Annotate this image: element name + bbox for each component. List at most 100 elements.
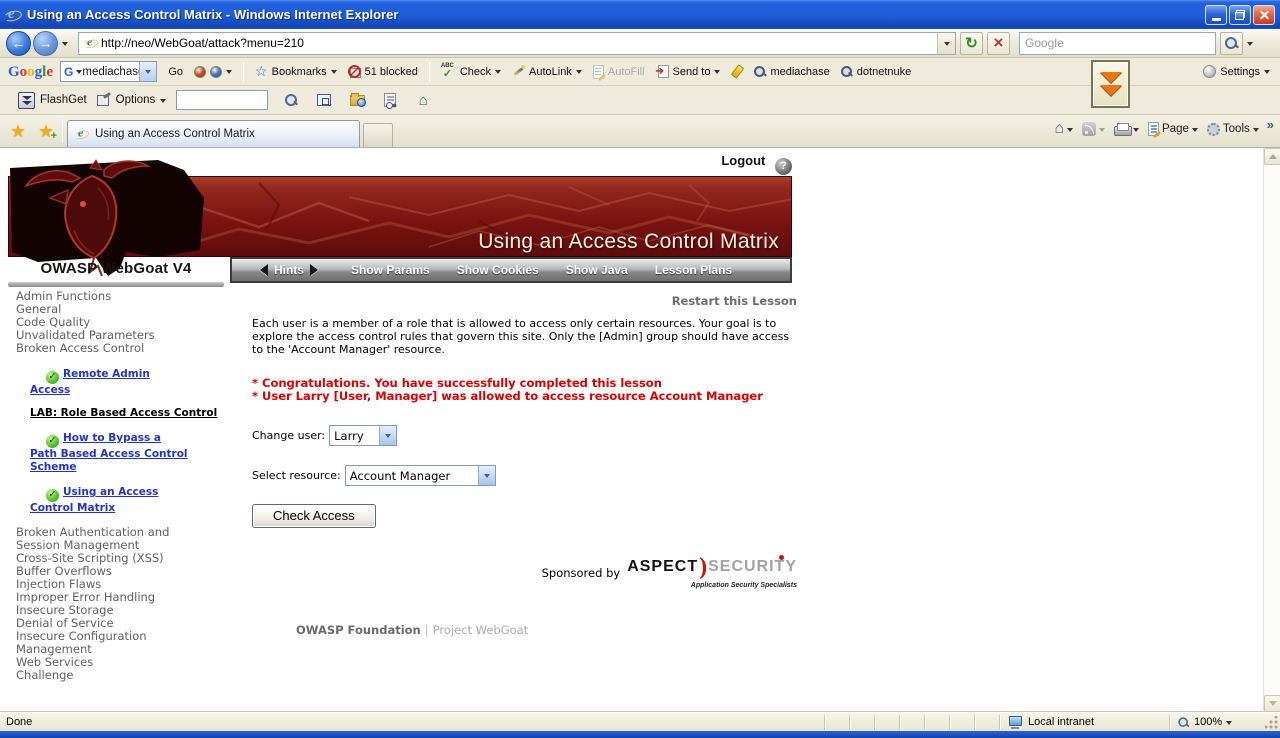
page-menu-button[interactable]: Page: [1148, 122, 1198, 136]
flashget-capture-button[interactable]: [314, 90, 334, 110]
change-user-row: Change user: Larry: [252, 425, 797, 446]
favorites-center-button[interactable]: ★: [6, 119, 30, 143]
aspect-security-logo[interactable]: ASPECT ) SECURITY Application Security S…: [627, 555, 797, 589]
chevron-down-icon: [1067, 127, 1074, 135]
tab-bar: ★ ★ + e Using an Access Control Matrix ⌂ …: [0, 115, 1280, 148]
menu-show-java[interactable]: Show Java: [566, 263, 628, 277]
resize-grip[interactable]: [1265, 716, 1280, 731]
zoom-control[interactable]: 100%: [1169, 714, 1265, 730]
popup-blocker-button[interactable]: 51 blocked: [347, 65, 418, 78]
url-input[interactable]: [101, 33, 937, 53]
popup-blocked-icon: [347, 65, 361, 78]
close-button[interactable]: [1253, 4, 1275, 25]
check-access-button[interactable]: Check Access: [252, 504, 376, 528]
lesson-link-lab-rbac[interactable]: LAB: Role Based Access Control: [30, 407, 248, 419]
tools-menu-button[interactable]: Tools: [1206, 122, 1259, 136]
flashget-button[interactable]: FlashGet: [18, 91, 87, 109]
send-to-icon: [656, 65, 669, 78]
search-web-button[interactable]: [194, 65, 233, 78]
page-scrollbar[interactable]: [1263, 148, 1280, 712]
flashget-search-input[interactable]: [176, 90, 269, 110]
brand-underline: [8, 282, 224, 287]
search-globe-icon: [284, 93, 298, 107]
next-hint-arrow-icon[interactable]: [310, 264, 324, 276]
menu-hints[interactable]: Hints: [274, 263, 304, 277]
status-pane: [924, 714, 949, 730]
bookmarks-button[interactable]: ☆ Bookmarks: [255, 64, 337, 78]
flashget-toolbar: FlashGet Options ⌂: [0, 86, 1280, 115]
sidebar-item-broken-auth[interactable]: Broken Authentication and Session Manage…: [8, 526, 198, 552]
dotnetnuke-search-button[interactable]: dotnetnuke: [840, 65, 911, 78]
logout-link[interactable]: Logout: [721, 153, 765, 168]
options-icon: [96, 94, 111, 106]
scroll-up-button[interactable]: [1264, 148, 1280, 165]
flashget-download-links-button[interactable]: [380, 90, 400, 110]
print-button[interactable]: [1114, 122, 1140, 136]
sponsor-row: Sponsored by ASPECT ) SECURITY Applicati…: [252, 554, 797, 592]
google-g-icon: G: [64, 64, 74, 79]
mediachase-search-button[interactable]: mediachase: [754, 65, 830, 78]
back-button[interactable]: ←: [6, 30, 31, 56]
chevron-down-icon: [1133, 127, 1140, 135]
forward-button[interactable]: →: [33, 30, 58, 56]
scroll-down-button[interactable]: [1264, 695, 1280, 712]
sidebar-item-challenge[interactable]: Challenge: [8, 669, 198, 682]
restart-lesson-link[interactable]: Restart this Lesson: [252, 294, 797, 308]
previous-hint-arrow-icon[interactable]: [254, 264, 268, 276]
sponsored-by-label: Sponsored by: [541, 566, 621, 580]
tab-active[interactable]: e Using an Access Control Matrix: [67, 120, 360, 147]
chevron-down-icon: [1099, 127, 1106, 135]
help-button[interactable]: ?: [775, 157, 792, 175]
status-text: Done: [6, 716, 33, 728]
search-options-dropdown-icon[interactable]: [1247, 41, 1253, 49]
home-button[interactable]: ⌂: [1054, 121, 1074, 137]
printer-icon: [1114, 122, 1133, 136]
menu-show-params[interactable]: Show Params: [351, 263, 430, 277]
highlight-button[interactable]: [731, 65, 743, 78]
settings-button[interactable]: Settings: [1203, 65, 1270, 78]
menu-lesson-plans[interactable]: Lesson Plans: [655, 263, 732, 277]
url-dropdown-button[interactable]: [937, 32, 955, 54]
select-resource-select[interactable]: Account Manager: [344, 465, 496, 486]
search-icon: [1225, 36, 1238, 50]
chevron-down-icon: [714, 70, 721, 77]
completed-check-icon: ✓: [46, 435, 59, 448]
restore-icon: [1235, 9, 1245, 20]
chevron-down-icon: [483, 474, 490, 481]
lesson-title: Using an Access Control Matrix: [478, 230, 779, 253]
autolink-button[interactable]: AutoLink: [512, 65, 582, 78]
sidebar-item-insecure-configuration[interactable]: Insecure Configuration Management: [8, 630, 198, 656]
history-dropdown-icon[interactable]: [62, 41, 68, 49]
search-icon: [840, 65, 853, 78]
google-go-button[interactable]: Go: [168, 66, 183, 78]
flashget-home-button[interactable]: ⌂: [413, 90, 433, 110]
google-combo-dropdown[interactable]: [139, 62, 157, 81]
download-chevron-icon: [1099, 85, 1122, 96]
google-search-combo[interactable]: G mediachase: [60, 61, 158, 82]
flashget-site-folder-button[interactable]: [347, 90, 367, 110]
flashget-search-button[interactable]: [281, 90, 301, 110]
search-button[interactable]: [1220, 31, 1243, 55]
toolbar-overflow-button[interactable]: »: [1267, 117, 1274, 132]
restore-button[interactable]: [1229, 4, 1251, 25]
flashget-drop-zone[interactable]: [1091, 60, 1130, 108]
sidebar-item-broken-access-control[interactable]: Broken Access Control: [8, 342, 198, 355]
tab-title: Using an Access Control Matrix: [95, 128, 255, 140]
search-input[interactable]: [1019, 31, 1216, 55]
minimize-button[interactable]: [1205, 4, 1227, 25]
refresh-button[interactable]: ↻: [960, 31, 983, 55]
add-favorite-button[interactable]: ★ +: [34, 119, 58, 143]
flashget-options-button[interactable]: Options: [96, 94, 167, 106]
spellcheck-button[interactable]: Check: [441, 63, 502, 80]
send-to-button[interactable]: Send to: [656, 65, 721, 78]
new-tab-button[interactable]: [363, 123, 393, 147]
change-user-select[interactable]: Larry: [329, 425, 398, 446]
stop-button[interactable]: ×: [987, 31, 1010, 55]
select-arrow-button[interactable]: [379, 426, 397, 445]
browser-window: e Using an Access Control Matrix - Windo…: [0, 0, 1280, 738]
footer-webgoat-link[interactable]: Project WebGoat: [433, 623, 529, 637]
menu-show-cookies[interactable]: Show Cookies: [457, 263, 539, 277]
select-arrow-button[interactable]: [477, 466, 495, 485]
footer-owasp-link[interactable]: OWASP Foundation: [296, 623, 421, 637]
change-user-label: Change user:: [252, 429, 326, 442]
